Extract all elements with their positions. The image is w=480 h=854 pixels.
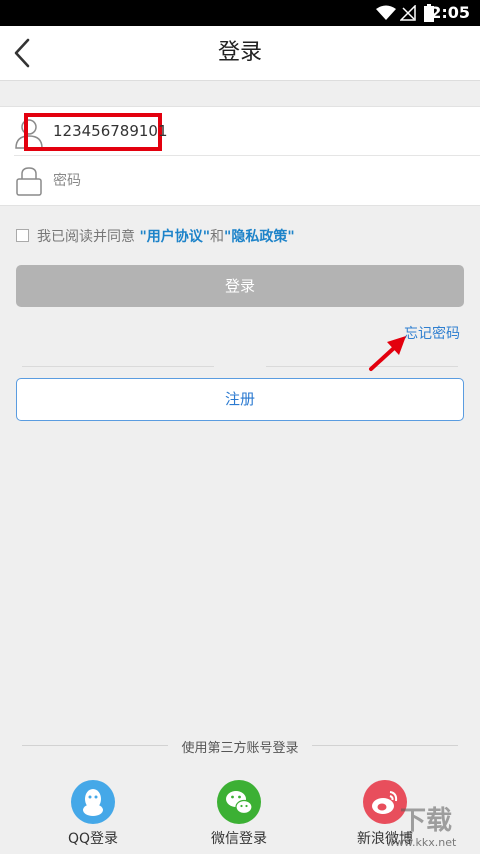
wechat-login-label: 微信登录 [211, 831, 267, 847]
field-divider [14, 155, 480, 156]
signal-off-icon [400, 5, 416, 21]
watermark-title: 下载 [400, 806, 453, 836]
user-agreement-link[interactable]: "用户协议" [139, 229, 210, 245]
app-header: 登录 [0, 26, 480, 81]
qq-icon[interactable] [71, 780, 115, 824]
wifi-icon [376, 5, 396, 20]
page-title: 登录 [217, 40, 262, 65]
agreement-text: 我已阅读并同意 "用户协议"和"隐私政策" [37, 226, 295, 246]
third-party-title: 使用第三方账号登录 [181, 741, 299, 756]
separator-line-left [22, 366, 214, 367]
account-input[interactable]: 123456789101 [53, 122, 168, 140]
status-time: 2:05 [430, 3, 470, 22]
wechat-login-button[interactable]: 微信登录 [194, 780, 284, 848]
login-button[interactable]: 登录 [16, 265, 464, 307]
agreement-checkbox[interactable] [16, 229, 29, 242]
login-form: 123456789101 [0, 106, 480, 206]
site-watermark: 下载 www.kkx.net [352, 798, 480, 854]
qq-login-button[interactable]: QQ登录 [48, 780, 138, 848]
annotation-arrow-icon [369, 336, 406, 371]
forgot-password-link[interactable]: 忘记密码 [404, 323, 460, 343]
register-button[interactable]: 注册 [16, 378, 464, 421]
watermark-url: www.kkx.net [386, 836, 457, 849]
agreement-and: 和 [210, 229, 225, 245]
wechat-icon[interactable] [217, 780, 261, 824]
status-bar: 2:05 [0, 0, 480, 26]
lock-icon [16, 167, 42, 196]
password-input[interactable] [53, 168, 353, 194]
agreement-prefix: 我已阅读并同意 [37, 229, 135, 245]
separator-line-right [266, 366, 458, 367]
privacy-policy-link[interactable]: "隐私政策" [224, 229, 295, 245]
back-arrow-icon[interactable] [8, 34, 42, 72]
qq-login-label: QQ登录 [67, 831, 119, 847]
